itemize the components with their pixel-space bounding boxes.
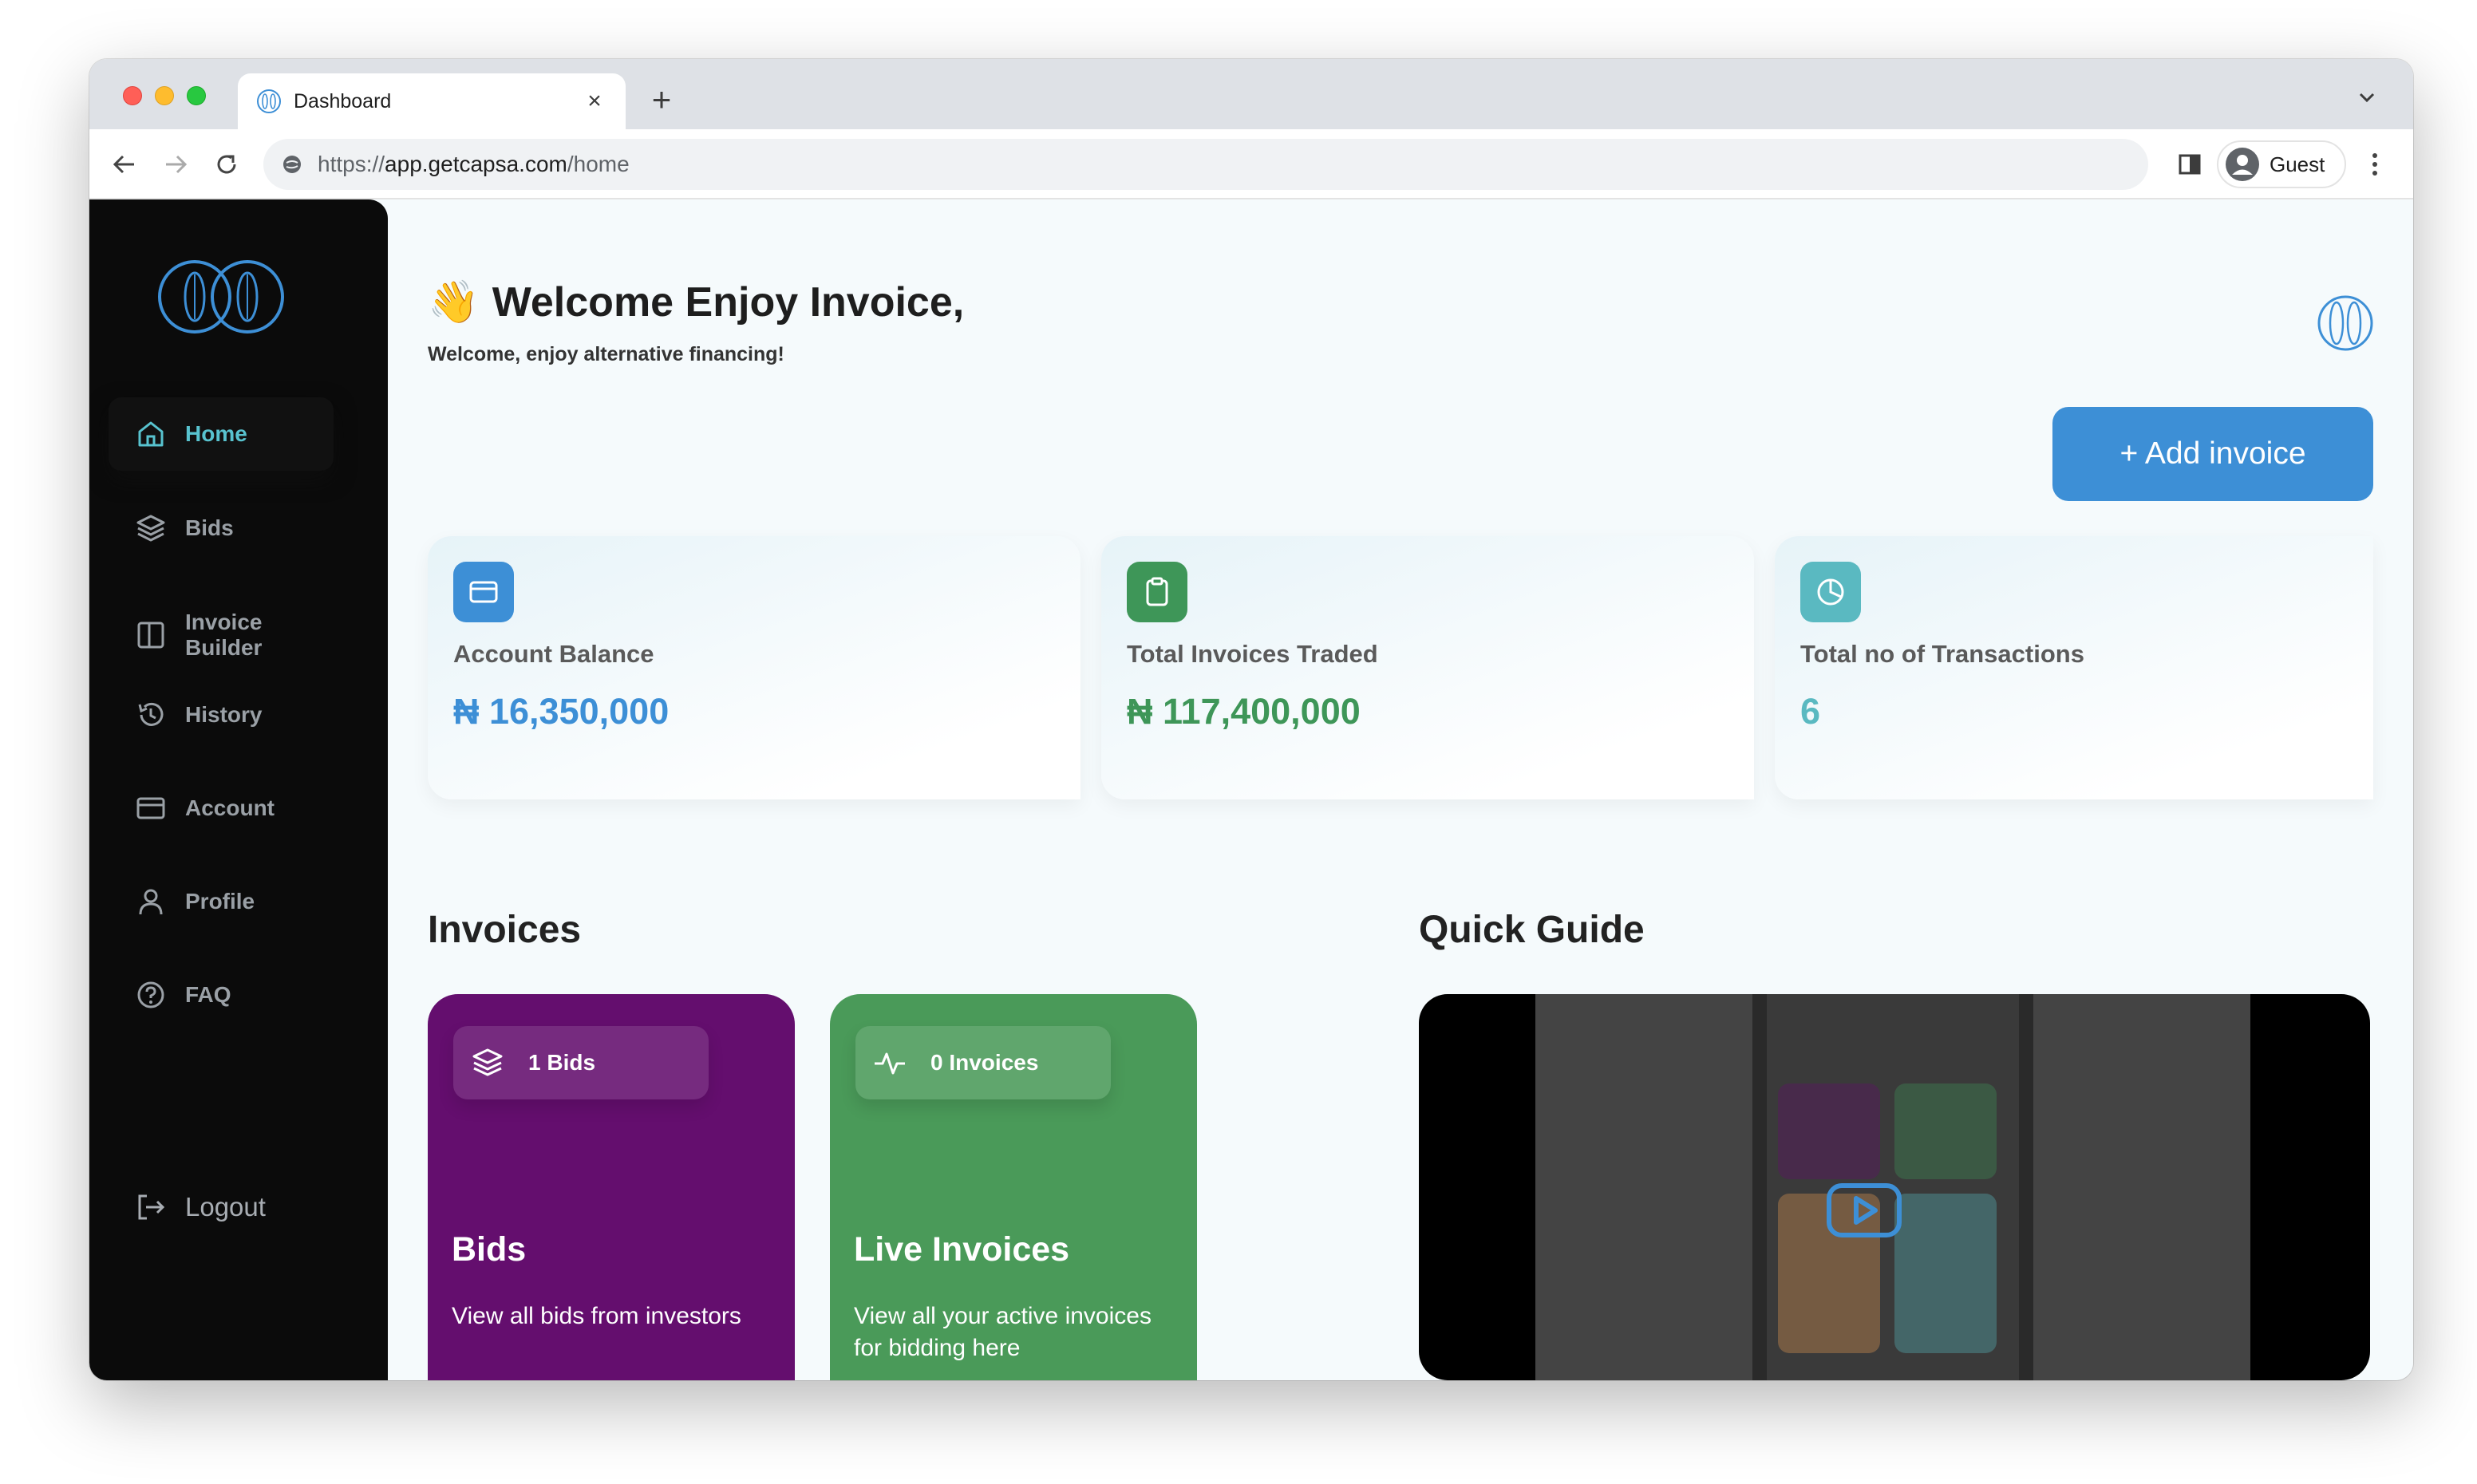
avatar-icon [2226, 148, 2259, 181]
sidebar-item-label: Home [185, 421, 247, 446]
back-arrow-icon[interactable] [107, 147, 142, 182]
capsa-mark-icon[interactable] [2316, 294, 2375, 353]
invoices-section-title: Invoices [428, 909, 582, 951]
sidebar-item-label: Account [185, 795, 275, 820]
sidebar-item-invoice-builder[interactable]: Invoice Builder [109, 598, 334, 672]
sidebar-item-profile[interactable]: Profile [109, 865, 334, 938]
home-icon [138, 421, 164, 447]
stat-value: 6 [1800, 691, 1821, 732]
card-description: View all bids from investors [452, 1303, 741, 1329]
minimize-window-button[interactable] [155, 86, 174, 105]
bids-card[interactable]: 1 Bids Bids View all bids from investors [428, 994, 795, 1380]
page-title: Welcome Enjoy Invoice, [492, 278, 965, 326]
url-scheme: https:// [318, 152, 385, 176]
stat-label: Total no of Transactions [1800, 640, 2084, 668]
maximize-window-button[interactable] [187, 86, 206, 105]
activity-icon [875, 1052, 905, 1075]
sidebar-item-faq[interactable]: FAQ [109, 958, 334, 1032]
card-description: View all your active invoices for biddin… [854, 1303, 1152, 1361]
close-window-button[interactable] [123, 86, 142, 105]
invoices-count-badge: 0 Invoices [855, 1026, 1111, 1099]
quick-guide-section-title: Quick Guide [1419, 909, 1645, 951]
url-host: app.getcapsa.com [385, 152, 567, 176]
sidebar: Home Bids Invoice Builder History Accoun… [89, 199, 388, 1380]
card-icon [453, 562, 514, 622]
stat-label: Account Balance [453, 640, 654, 668]
stat-value: ₦ 117,400,000 [1127, 691, 1361, 732]
layers-icon [472, 1048, 503, 1076]
url-text: https://app.getcapsa.com/home [318, 152, 630, 177]
main-content: 👋 Welcome Enjoy Invoice, Welcome, enjoy … [388, 199, 2413, 1380]
card-icon [136, 797, 165, 819]
page-viewport: Home Bids Invoice Builder History Accoun… [89, 199, 2413, 1380]
tab-close-icon[interactable]: × [581, 88, 608, 115]
tab-title: Dashboard [294, 89, 392, 112]
layers-icon [136, 515, 165, 542]
chevron-down-icon[interactable] [2353, 83, 2381, 112]
add-invoice-button[interactable]: + Add invoice [2052, 407, 2373, 501]
pie-chart-icon [1800, 562, 1861, 622]
logout-button[interactable]: Logout [109, 1170, 334, 1244]
url-path: /home [567, 152, 630, 176]
columns-icon [137, 622, 164, 649]
stat-card-total-transactions: Total no of Transactions 6 [1775, 536, 2373, 799]
thumb-card-green [1894, 1083, 1997, 1179]
reload-icon[interactable] [209, 147, 244, 182]
sidebar-item-label: Profile [185, 889, 255, 914]
sidebar-item-history[interactable]: History [109, 678, 334, 752]
stat-label: Total Invoices Traded [1127, 640, 1378, 668]
forward-arrow-icon[interactable] [158, 147, 193, 182]
thumb-card-purple [1778, 1083, 1880, 1179]
history-icon [138, 702, 164, 726]
profile-button[interactable]: Guest [2217, 140, 2346, 188]
clipboard-icon [1127, 562, 1187, 622]
welcome-heading: 👋 Welcome Enjoy Invoice, [428, 278, 964, 326]
browser-window: Dashboard × + https://app.getcapsa.com/h… [89, 59, 2413, 1380]
side-panel-icon[interactable] [2174, 148, 2206, 180]
sidebar-item-bids[interactable]: Bids [109, 491, 334, 565]
profile-label: Guest [2270, 152, 2325, 176]
browser-toolbar: https://app.getcapsa.com/home Guest [89, 129, 2413, 199]
play-icon[interactable] [1826, 1182, 1902, 1238]
logout-label: Logout [185, 1192, 266, 1222]
thumb-card-teal [1894, 1194, 1997, 1353]
sidebar-item-label: History [185, 702, 263, 727]
badge-text: 0 Invoices [930, 1050, 1039, 1075]
capsa-favicon-icon [257, 89, 281, 113]
sidebar-item-account[interactable]: Account [109, 772, 334, 845]
stat-value: ₦ 16,350,000 [453, 691, 670, 732]
logout-icon [138, 1194, 165, 1220]
capsa-logo[interactable] [155, 257, 287, 337]
stat-card-total-invoices-traded: Total Invoices Traded ₦ 117,400,000 [1101, 536, 1754, 799]
bids-count-badge: 1 Bids [453, 1026, 709, 1099]
sidebar-item-label: Invoice Builder [185, 610, 262, 661]
user-icon [139, 889, 163, 915]
quick-guide-video[interactable] [1419, 994, 2370, 1380]
waving-hand-icon: 👋 [428, 279, 480, 326]
card-title: Live Invoices [854, 1230, 1070, 1269]
help-icon [137, 981, 164, 1008]
address-bar[interactable]: https://app.getcapsa.com/home [263, 139, 2148, 190]
tab-dashboard[interactable]: Dashboard × [238, 73, 626, 129]
sidebar-item-label-line2: Builder [185, 635, 263, 660]
stat-card-account-balance: Account Balance ₦ 16,350,000 [428, 536, 1080, 799]
site-info-icon[interactable] [279, 152, 305, 177]
badge-text: 1 Bids [528, 1050, 596, 1075]
sidebar-item-home[interactable]: Home [109, 397, 334, 471]
card-title: Bids [452, 1230, 527, 1269]
sidebar-item-label-line1: Invoice [185, 610, 263, 634]
new-tab-button[interactable]: + [642, 80, 681, 120]
sidebar-item-label: FAQ [185, 982, 231, 1007]
more-options-icon[interactable] [2357, 147, 2392, 182]
tab-strip: Dashboard × + [89, 59, 2413, 129]
page-subtitle: Welcome, enjoy alternative financing! [428, 343, 784, 365]
live-invoices-card[interactable]: 0 Invoices Live Invoices View all your a… [830, 994, 1197, 1380]
sidebar-item-label: Bids [185, 515, 234, 540]
